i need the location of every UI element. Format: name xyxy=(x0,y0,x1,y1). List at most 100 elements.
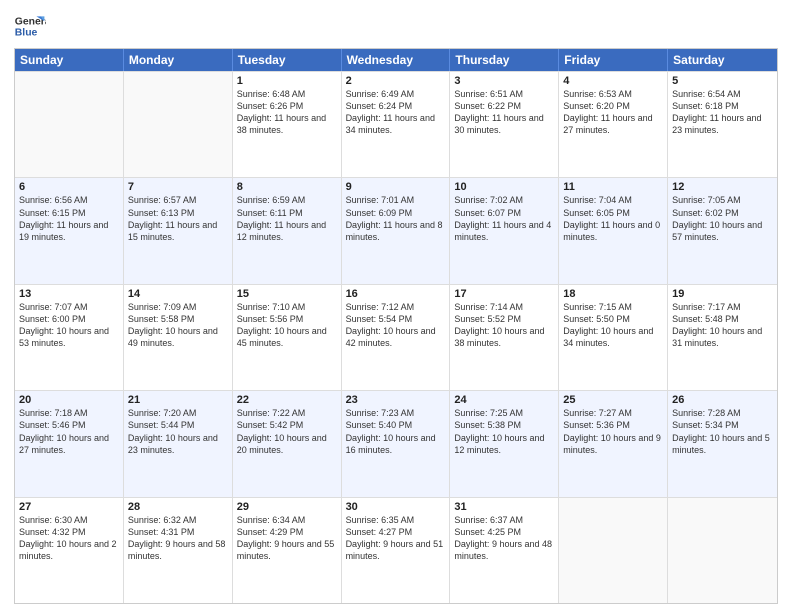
day-info: Sunrise: 6:56 AM Sunset: 6:15 PM Dayligh… xyxy=(19,194,119,243)
calendar-week-row: 20Sunrise: 7:18 AM Sunset: 5:46 PM Dayli… xyxy=(15,390,777,496)
calendar-cell: 20Sunrise: 7:18 AM Sunset: 5:46 PM Dayli… xyxy=(15,391,124,496)
day-info: Sunrise: 7:17 AM Sunset: 5:48 PM Dayligh… xyxy=(672,301,773,350)
day-number: 18 xyxy=(563,288,663,300)
day-info: Sunrise: 7:12 AM Sunset: 5:54 PM Dayligh… xyxy=(346,301,446,350)
day-info: Sunrise: 7:02 AM Sunset: 6:07 PM Dayligh… xyxy=(454,194,554,243)
day-info: Sunrise: 7:07 AM Sunset: 6:00 PM Dayligh… xyxy=(19,301,119,350)
day-number: 29 xyxy=(237,501,337,513)
day-info: Sunrise: 7:23 AM Sunset: 5:40 PM Dayligh… xyxy=(346,407,446,456)
day-number: 8 xyxy=(237,181,337,193)
day-number: 15 xyxy=(237,288,337,300)
day-number: 30 xyxy=(346,501,446,513)
day-info: Sunrise: 7:27 AM Sunset: 5:36 PM Dayligh… xyxy=(563,407,663,456)
logo-icon: General Blue xyxy=(14,10,46,42)
day-info: Sunrise: 7:22 AM Sunset: 5:42 PM Dayligh… xyxy=(237,407,337,456)
header: General Blue xyxy=(14,10,778,42)
day-info: Sunrise: 6:54 AM Sunset: 6:18 PM Dayligh… xyxy=(672,88,773,137)
day-info: Sunrise: 7:20 AM Sunset: 5:44 PM Dayligh… xyxy=(128,407,228,456)
day-info: Sunrise: 6:51 AM Sunset: 6:22 PM Dayligh… xyxy=(454,88,554,137)
calendar-cell xyxy=(15,72,124,177)
calendar-cell: 16Sunrise: 7:12 AM Sunset: 5:54 PM Dayli… xyxy=(342,285,451,390)
day-info: Sunrise: 7:15 AM Sunset: 5:50 PM Dayligh… xyxy=(563,301,663,350)
calendar-week-row: 1Sunrise: 6:48 AM Sunset: 6:26 PM Daylig… xyxy=(15,71,777,177)
calendar-week-row: 13Sunrise: 7:07 AM Sunset: 6:00 PM Dayli… xyxy=(15,284,777,390)
calendar-week-row: 27Sunrise: 6:30 AM Sunset: 4:32 PM Dayli… xyxy=(15,497,777,603)
day-header: Monday xyxy=(124,49,233,71)
calendar-header: SundayMondayTuesdayWednesdayThursdayFrid… xyxy=(15,49,777,71)
calendar-cell xyxy=(559,498,668,603)
day-number: 24 xyxy=(454,394,554,406)
day-number: 6 xyxy=(19,181,119,193)
calendar-cell: 12Sunrise: 7:05 AM Sunset: 6:02 PM Dayli… xyxy=(668,178,777,283)
day-info: Sunrise: 7:25 AM Sunset: 5:38 PM Dayligh… xyxy=(454,407,554,456)
day-number: 27 xyxy=(19,501,119,513)
day-info: Sunrise: 6:34 AM Sunset: 4:29 PM Dayligh… xyxy=(237,514,337,563)
calendar-cell: 10Sunrise: 7:02 AM Sunset: 6:07 PM Dayli… xyxy=(450,178,559,283)
calendar-week-row: 6Sunrise: 6:56 AM Sunset: 6:15 PM Daylig… xyxy=(15,177,777,283)
day-number: 12 xyxy=(672,181,773,193)
calendar-cell: 31Sunrise: 6:37 AM Sunset: 4:25 PM Dayli… xyxy=(450,498,559,603)
day-number: 20 xyxy=(19,394,119,406)
calendar-cell xyxy=(668,498,777,603)
calendar-cell: 14Sunrise: 7:09 AM Sunset: 5:58 PM Dayli… xyxy=(124,285,233,390)
calendar-cell: 2Sunrise: 6:49 AM Sunset: 6:24 PM Daylig… xyxy=(342,72,451,177)
calendar-cell: 3Sunrise: 6:51 AM Sunset: 6:22 PM Daylig… xyxy=(450,72,559,177)
day-number: 31 xyxy=(454,501,554,513)
calendar-cell: 28Sunrise: 6:32 AM Sunset: 4:31 PM Dayli… xyxy=(124,498,233,603)
day-header: Sunday xyxy=(15,49,124,71)
day-number: 28 xyxy=(128,501,228,513)
svg-text:Blue: Blue xyxy=(15,28,38,39)
day-header: Saturday xyxy=(668,49,777,71)
day-info: Sunrise: 7:28 AM Sunset: 5:34 PM Dayligh… xyxy=(672,407,773,456)
day-number: 13 xyxy=(19,288,119,300)
calendar-body: 1Sunrise: 6:48 AM Sunset: 6:26 PM Daylig… xyxy=(15,71,777,603)
day-number: 17 xyxy=(454,288,554,300)
calendar-cell: 13Sunrise: 7:07 AM Sunset: 6:00 PM Dayli… xyxy=(15,285,124,390)
day-info: Sunrise: 6:35 AM Sunset: 4:27 PM Dayligh… xyxy=(346,514,446,563)
calendar-cell: 4Sunrise: 6:53 AM Sunset: 6:20 PM Daylig… xyxy=(559,72,668,177)
day-number: 19 xyxy=(672,288,773,300)
day-info: Sunrise: 6:30 AM Sunset: 4:32 PM Dayligh… xyxy=(19,514,119,563)
day-number: 16 xyxy=(346,288,446,300)
calendar-cell: 8Sunrise: 6:59 AM Sunset: 6:11 PM Daylig… xyxy=(233,178,342,283)
day-info: Sunrise: 6:57 AM Sunset: 6:13 PM Dayligh… xyxy=(128,194,228,243)
day-number: 23 xyxy=(346,394,446,406)
day-header: Tuesday xyxy=(233,49,342,71)
day-number: 1 xyxy=(237,75,337,87)
day-info: Sunrise: 7:04 AM Sunset: 6:05 PM Dayligh… xyxy=(563,194,663,243)
day-info: Sunrise: 7:01 AM Sunset: 6:09 PM Dayligh… xyxy=(346,194,446,243)
day-info: Sunrise: 6:48 AM Sunset: 6:26 PM Dayligh… xyxy=(237,88,337,137)
calendar-cell: 30Sunrise: 6:35 AM Sunset: 4:27 PM Dayli… xyxy=(342,498,451,603)
day-number: 5 xyxy=(672,75,773,87)
calendar: SundayMondayTuesdayWednesdayThursdayFrid… xyxy=(14,48,778,604)
day-info: Sunrise: 7:05 AM Sunset: 6:02 PM Dayligh… xyxy=(672,194,773,243)
day-number: 11 xyxy=(563,181,663,193)
calendar-cell: 6Sunrise: 6:56 AM Sunset: 6:15 PM Daylig… xyxy=(15,178,124,283)
day-number: 4 xyxy=(563,75,663,87)
calendar-cell: 5Sunrise: 6:54 AM Sunset: 6:18 PM Daylig… xyxy=(668,72,777,177)
day-number: 3 xyxy=(454,75,554,87)
calendar-cell: 29Sunrise: 6:34 AM Sunset: 4:29 PM Dayli… xyxy=(233,498,342,603)
day-info: Sunrise: 6:53 AM Sunset: 6:20 PM Dayligh… xyxy=(563,88,663,137)
calendar-cell: 9Sunrise: 7:01 AM Sunset: 6:09 PM Daylig… xyxy=(342,178,451,283)
day-number: 9 xyxy=(346,181,446,193)
day-number: 7 xyxy=(128,181,228,193)
calendar-cell: 11Sunrise: 7:04 AM Sunset: 6:05 PM Dayli… xyxy=(559,178,668,283)
day-info: Sunrise: 6:32 AM Sunset: 4:31 PM Dayligh… xyxy=(128,514,228,563)
day-info: Sunrise: 7:09 AM Sunset: 5:58 PM Dayligh… xyxy=(128,301,228,350)
calendar-cell: 19Sunrise: 7:17 AM Sunset: 5:48 PM Dayli… xyxy=(668,285,777,390)
day-info: Sunrise: 7:10 AM Sunset: 5:56 PM Dayligh… xyxy=(237,301,337,350)
calendar-cell: 21Sunrise: 7:20 AM Sunset: 5:44 PM Dayli… xyxy=(124,391,233,496)
day-number: 14 xyxy=(128,288,228,300)
day-number: 2 xyxy=(346,75,446,87)
day-info: Sunrise: 7:14 AM Sunset: 5:52 PM Dayligh… xyxy=(454,301,554,350)
day-info: Sunrise: 6:49 AM Sunset: 6:24 PM Dayligh… xyxy=(346,88,446,137)
calendar-cell: 26Sunrise: 7:28 AM Sunset: 5:34 PM Dayli… xyxy=(668,391,777,496)
day-info: Sunrise: 6:37 AM Sunset: 4:25 PM Dayligh… xyxy=(454,514,554,563)
day-header: Thursday xyxy=(450,49,559,71)
calendar-cell: 27Sunrise: 6:30 AM Sunset: 4:32 PM Dayli… xyxy=(15,498,124,603)
calendar-cell: 18Sunrise: 7:15 AM Sunset: 5:50 PM Dayli… xyxy=(559,285,668,390)
calendar-cell: 7Sunrise: 6:57 AM Sunset: 6:13 PM Daylig… xyxy=(124,178,233,283)
day-info: Sunrise: 6:59 AM Sunset: 6:11 PM Dayligh… xyxy=(237,194,337,243)
day-number: 22 xyxy=(237,394,337,406)
